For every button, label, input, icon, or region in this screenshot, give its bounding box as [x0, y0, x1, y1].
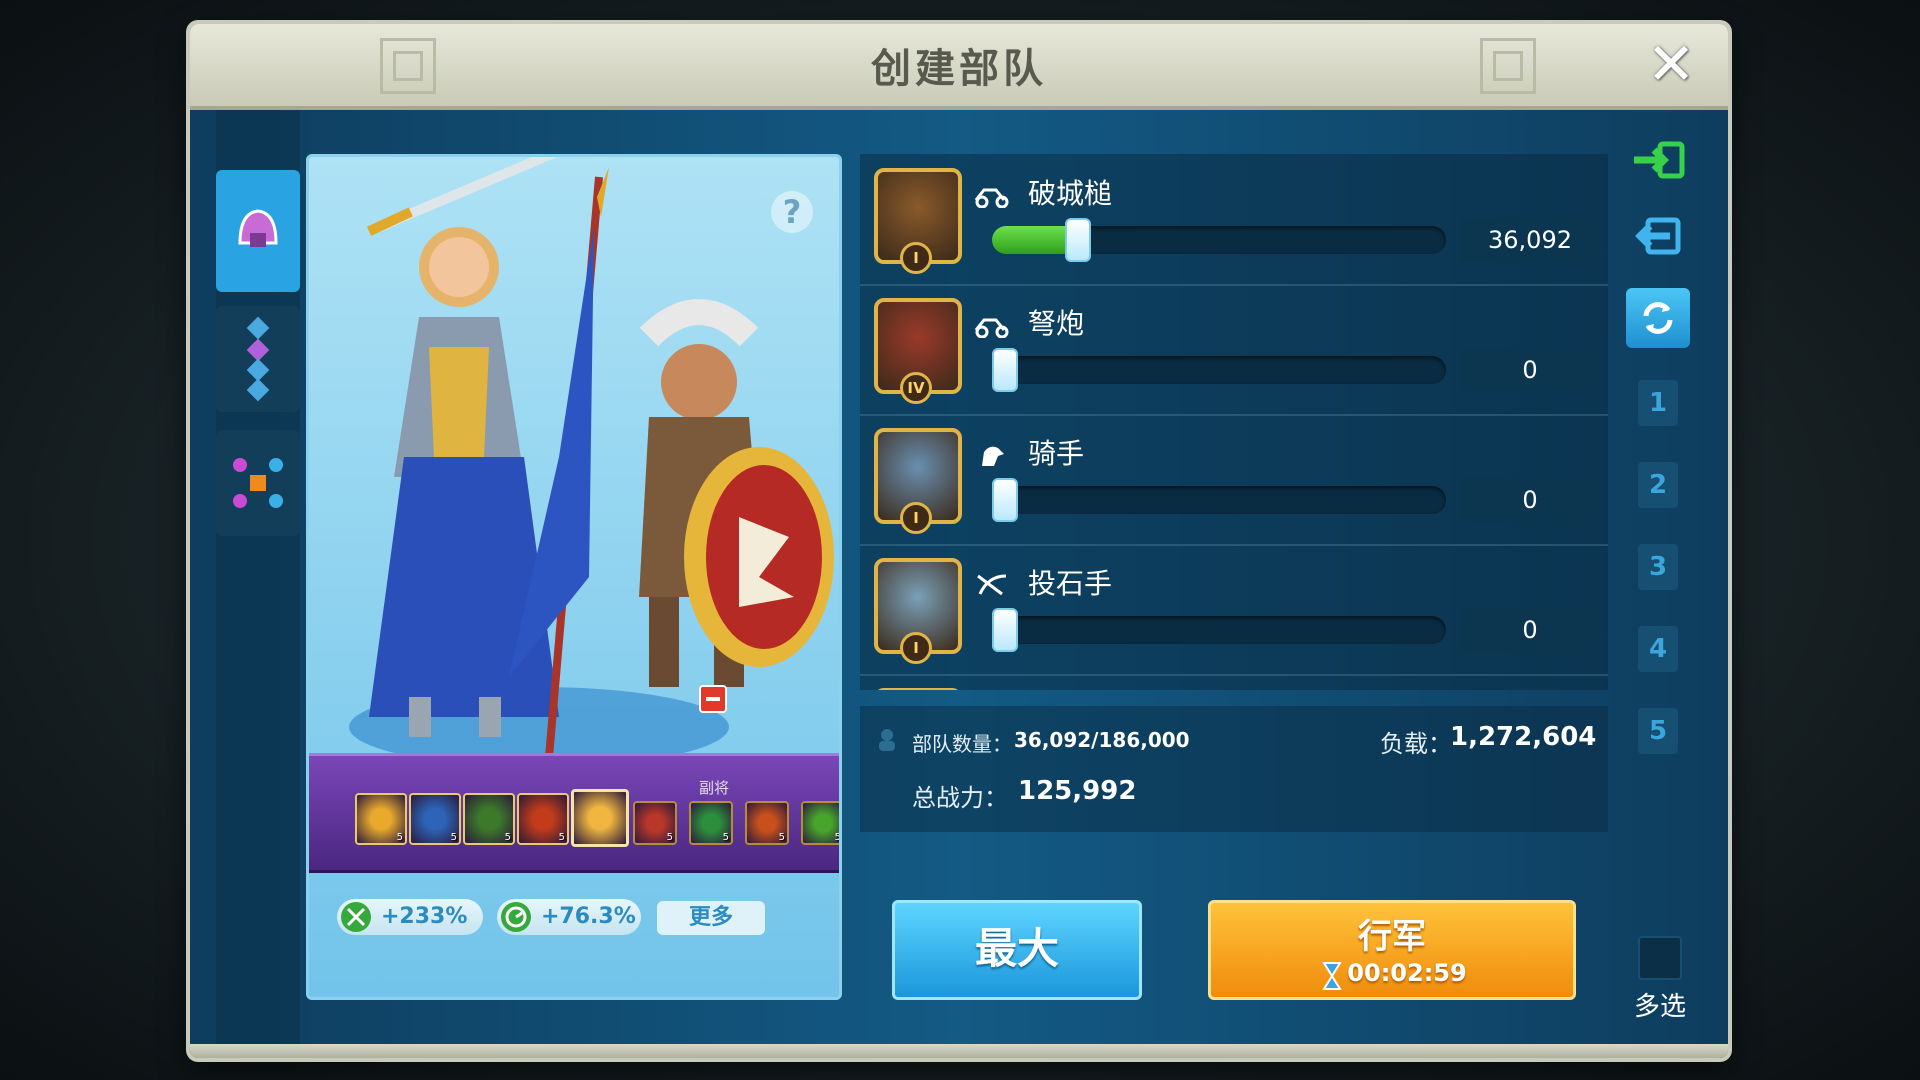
troop-slider[interactable] [992, 608, 1446, 652]
more-stats-button[interactable]: 更多 [657, 901, 765, 935]
troop-name: 弩炮 [1028, 307, 1085, 340]
troop-name: 破城槌 [1028, 177, 1113, 210]
helmet-icon [238, 209, 278, 247]
deputy-label: 副将 [699, 779, 730, 797]
golden-figure-skill-icon[interactable] [571, 789, 629, 847]
crossed-swords-skill-icon[interactable]: 5 [409, 793, 461, 845]
tier-badge: IV [900, 372, 932, 404]
exit-arrow-icon [1635, 217, 1681, 255]
tier-badge: I [900, 242, 932, 274]
multi-select-checkbox[interactable] [1638, 936, 1682, 980]
preset-slot-5[interactable]: 5 [1638, 708, 1678, 754]
skill-level: 5 [504, 832, 511, 843]
attack-icon [341, 902, 371, 932]
slider-handle[interactable] [992, 608, 1018, 652]
commander-card: ? 副将 5 5 5 5 5 5 5 5 +233% +76.3% 更多 [306, 154, 842, 1000]
troop-slider[interactable] [992, 218, 1446, 262]
attack-value: +233% [381, 904, 468, 929]
create-troops-dialog: 创建部队 ✕ ? 副将 5 5 5 5 5 5 5 5 +233% +76.3%… [190, 24, 1728, 1058]
skill-level: 5 [722, 832, 729, 843]
slider-handle[interactable] [992, 348, 1018, 392]
refresh-icon [1643, 302, 1673, 334]
tier-badge: I [900, 632, 932, 664]
archer-type-icon [977, 574, 1007, 596]
preset-slot-3[interactable]: 3 [1638, 544, 1678, 590]
troop-count-input[interactable]: 0 [1460, 348, 1600, 392]
slider-handle[interactable] [992, 478, 1018, 522]
preset-slot-1[interactable]: 1 [1638, 380, 1678, 426]
title-bar: 创建部队 ✕ [190, 24, 1728, 110]
swap-button[interactable] [1626, 288, 1690, 348]
march-label: 行军 [1358, 917, 1426, 957]
speed-stat[interactable]: +76.3% [497, 899, 641, 935]
grid-layout-icon [233, 458, 283, 508]
green-swirl-skill-icon[interactable]: 5 [689, 801, 733, 845]
dialog-body: ? 副将 55555555 +233% +76.3% 更多 I 破城槌 36,0… [190, 110, 1728, 1044]
dialog-title: 创建部队 [871, 46, 1047, 92]
red-swirl-skill-icon[interactable]: 5 [745, 801, 789, 845]
max-button[interactable]: 最大 [892, 900, 1142, 1000]
dialog-bottom-strip [190, 1044, 1728, 1058]
commander-illustration [349, 157, 834, 757]
enter-arrow-icon [1634, 141, 1685, 179]
total-power-label: 总战力： [912, 784, 1008, 812]
remove-deputy-button[interactable] [699, 685, 727, 713]
siege-type-icon [974, 318, 1009, 338]
cavalry-type-icon [982, 446, 1004, 466]
troop-row: I 骑手 0 [860, 414, 1608, 546]
tab-commander[interactable] [216, 170, 300, 292]
march-time: 00:02:59 [1347, 959, 1467, 987]
preset-slot-4[interactable]: 4 [1638, 626, 1678, 672]
multi-select-label: 多选 [1633, 992, 1686, 1022]
troop-summary: 部队数量： 36,092/186,000 负载： 1,272,604 总战力： … [860, 706, 1608, 832]
hand-skill-icon[interactable]: 5 [463, 793, 515, 845]
tab-layout[interactable] [216, 430, 300, 536]
troop-portrait[interactable] [874, 688, 962, 690]
attack-stat[interactable]: +233% [337, 899, 483, 935]
total-power-value: 125,992 [1018, 776, 1137, 806]
troop-count-label: 部队数量： [912, 732, 1012, 756]
troop-count-input[interactable]: 0 [1460, 608, 1600, 652]
help-button[interactable]: ? [771, 191, 813, 233]
load-value: 1,272,604 [1450, 722, 1597, 752]
green-burst-skill-icon[interactable]: 5 [801, 801, 841, 845]
preset-slot-2[interactable]: 2 [1638, 462, 1678, 508]
march-button[interactable]: 行军 00:02:59 [1208, 900, 1576, 1000]
formation-diamonds-icon [246, 316, 270, 402]
siege-type-icon [974, 188, 1009, 208]
troop-row: I 破城槌 36,092 [860, 154, 1608, 286]
tier-badge: I [900, 502, 932, 534]
troop-name: 骑手 [1028, 437, 1085, 470]
close-button[interactable]: ✕ [1644, 35, 1698, 93]
troop-count-value: 36,092/186,000 [1014, 728, 1190, 752]
troop-count-input[interactable]: 36,092 [1460, 218, 1600, 262]
shield-skill-icon[interactable]: 5 [633, 801, 677, 845]
slider-handle[interactable] [1065, 218, 1092, 262]
troop-list: I 破城槌 36,092 IV 弩炮 0 I 骑手 0 I 投石手 0 [860, 154, 1608, 690]
troop-count-icon [879, 729, 895, 751]
troop-slider[interactable] [992, 348, 1446, 392]
save-preset-button[interactable] [1626, 206, 1690, 266]
speed-icon [501, 902, 531, 932]
skill-level: 5 [778, 832, 785, 843]
skill-level: 5 [834, 832, 841, 843]
skill-level: 5 [558, 832, 565, 843]
skill-level: 5 [666, 832, 673, 843]
skill-level: 5 [396, 832, 403, 843]
tab-formation[interactable] [216, 306, 300, 412]
skill-level: 5 [450, 832, 457, 843]
troop-row [860, 674, 1608, 690]
troop-count-input[interactable]: 0 [1460, 478, 1600, 522]
troop-slider[interactable] [992, 478, 1446, 522]
load-preset-button[interactable] [1626, 130, 1690, 190]
fire-slash-skill-icon[interactable]: 5 [517, 793, 569, 845]
figure-skill-icon[interactable]: 5 [355, 793, 407, 845]
load-label: 负载： [1380, 730, 1452, 758]
troop-row: IV 弩炮 0 [860, 284, 1608, 416]
speed-value: +76.3% [541, 904, 636, 929]
troop-row: I 投石手 0 [860, 544, 1608, 676]
troop-name: 投石手 [1028, 567, 1113, 600]
